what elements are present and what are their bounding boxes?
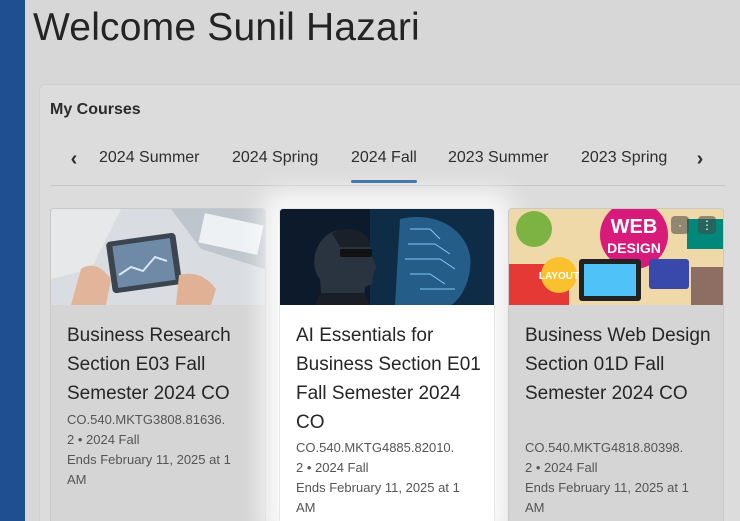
chevron-left-icon[interactable]: ‹ bbox=[64, 149, 84, 169]
course-title: Business Web Design Section 01D Fall Sem… bbox=[525, 325, 711, 404]
course-code: CO.540.MKTG4818.80398. bbox=[525, 440, 684, 455]
course-end-time: AM bbox=[525, 500, 545, 515]
more-options-icon[interactable]: ⋮ bbox=[698, 216, 716, 234]
course-code: CO.540.MKTG3808.81636. bbox=[67, 412, 226, 427]
course-end-time: AM bbox=[296, 500, 316, 515]
tab-2024-fall[interactable]: 2024 Fall bbox=[351, 149, 417, 183]
course-end-time: AM bbox=[67, 472, 87, 487]
image-text-layout: LAYOUT bbox=[539, 271, 579, 282]
course-term: 2 • 2024 Fall bbox=[525, 460, 598, 475]
course-title: Business Research Section E03 Fall Semes… bbox=[67, 325, 231, 404]
tab-2024-spring[interactable]: 2024 Spring bbox=[232, 149, 318, 167]
tab-2024-summer[interactable]: 2024 Summer bbox=[99, 149, 200, 167]
course-card-ai-essentials[interactable]: AI Essentials for Business Section E01 F… bbox=[279, 208, 495, 521]
web-design-photo: WEB DESIGN LAYOUT bbox=[509, 209, 723, 305]
course-term: 2 • 2024 Fall bbox=[296, 460, 369, 475]
course-card-business-web-design[interactable]: WEB DESIGN LAYOUT · ⋮ Business Web Desig… bbox=[508, 208, 724, 521]
course-end-date: Ends February 11, 2025 at 1 bbox=[296, 480, 460, 495]
image-text-design: DESIGN bbox=[607, 240, 661, 256]
tab-2023-summer[interactable]: 2023 Summer bbox=[448, 149, 549, 167]
semester-tabs: ‹ 2024 Summer 2024 Spring 2024 Fall 2023… bbox=[50, 143, 726, 186]
homepage: Welcome Sunil Hazari My Courses ‹ 2024 S… bbox=[25, 0, 740, 521]
welcome-heading: Welcome Sunil Hazari bbox=[33, 6, 420, 49]
image-text-web: WEB bbox=[611, 216, 658, 238]
pin-icon[interactable]: · bbox=[671, 216, 689, 234]
course-end-date: Ends February 11, 2025 at 1 bbox=[67, 452, 231, 467]
course-term: 2 • 2024 Fall bbox=[67, 432, 140, 447]
widget-title: My Courses bbox=[50, 101, 141, 118]
my-courses-widget: My Courses ‹ 2024 Summer 2024 Spring 202… bbox=[39, 84, 740, 521]
course-card-business-research[interactable]: Business Research Section E03 Fall Semes… bbox=[50, 208, 266, 521]
course-title: AI Essentials for Business Section E01 F… bbox=[296, 325, 481, 433]
course-end-date: Ends February 11, 2025 at 1 bbox=[525, 480, 689, 495]
tablet-chart-photo bbox=[51, 209, 265, 305]
tab-2023-spring[interactable]: 2023 Spring bbox=[581, 149, 667, 167]
ai-head-circuit-photo bbox=[280, 209, 494, 305]
course-code: CO.540.MKTG4885.82010. bbox=[296, 440, 455, 455]
chevron-right-icon[interactable]: › bbox=[690, 149, 710, 169]
